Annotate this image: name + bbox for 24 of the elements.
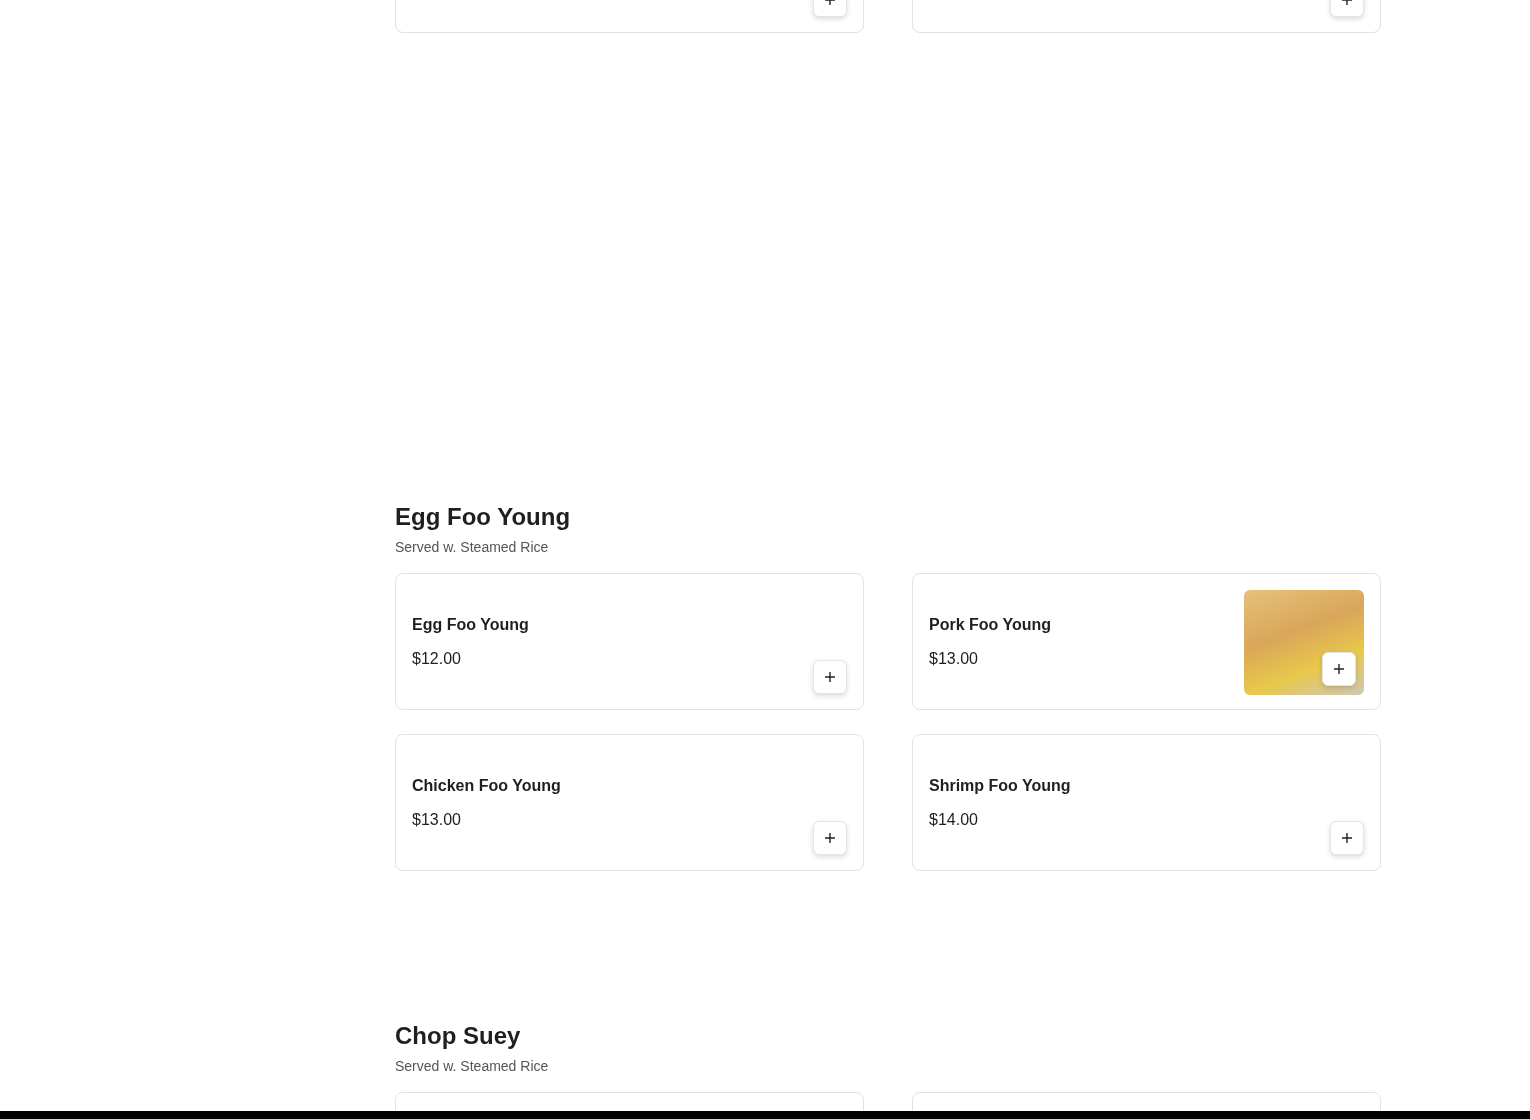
section-title: Chop Suey [395,1022,522,1050]
section-subtitle: Served w. Steamed Rice [395,1057,550,1076]
plus-icon [824,671,836,683]
item-name: Egg Foo Young [412,615,529,635]
item-price: $12.00 [412,649,462,669]
item-price: $14.00 [929,810,979,830]
section-subtitle: Served w. Steamed Rice [395,538,550,557]
item-price: $13.00 [412,810,462,830]
plus-icon [824,832,836,844]
menu-item-card[interactable]: Pork Foo Young $13.00 [912,573,1381,710]
menu-item-card[interactable]: Egg Foo Young $12.00 [395,573,864,710]
add-button[interactable] [813,821,847,855]
add-button[interactable] [1322,651,1356,686]
plus-icon [1341,832,1353,844]
add-button[interactable] [1330,821,1364,855]
item-name: Shrimp Foo Young [929,776,1071,796]
item-name: Pork Foo Young [929,615,1052,635]
plus-icon [1333,662,1345,675]
item-name: Chicken Foo Young [412,776,561,796]
menu-item-card[interactable]: Chicken Foo Young $13.00 [395,734,864,871]
item-price: $13.00 [929,649,979,669]
add-button[interactable] [813,660,847,694]
menu-item-card[interactable]: Shrimp Foo Young $14.00 [912,734,1381,871]
section-title: Egg Foo Young [395,503,572,531]
